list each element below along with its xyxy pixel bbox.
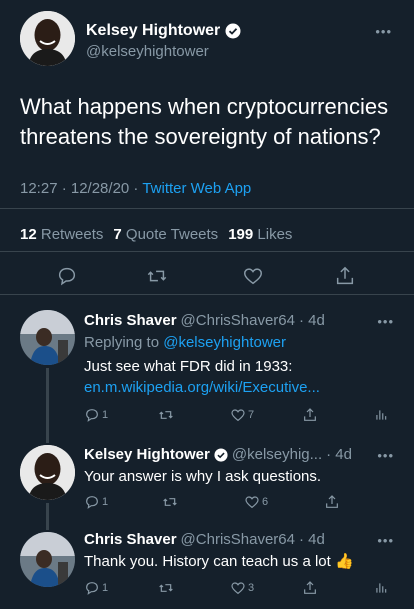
reply-actions: 1 6 (84, 494, 394, 514)
reply-text: Your answer is why I ask questions. (84, 468, 322, 485)
thread-line (46, 524, 49, 530)
reply-age[interactable]: · 4d (299, 312, 325, 329)
retweet-action[interactable] (162, 494, 180, 510)
reply-author-handle[interactable]: @ChrisShaver64 (181, 312, 295, 329)
more-options-icon[interactable]: ••• (375, 24, 392, 39)
reply-header: Chris Shaver @ChrisShaver64 · 4d (84, 312, 325, 329)
tweet-meta: 12:27 · 12/28/20 · Twitter Web App (20, 180, 251, 197)
analytics-action[interactable] (374, 580, 388, 596)
chris-avatar[interactable] (20, 310, 75, 365)
reply-header: Chris Shaver @ChrisShaver64 · 4d (84, 531, 325, 548)
tweet-stats: 12 Retweets 7 Quote Tweets 199 Likes (20, 226, 292, 243)
reply-tweet[interactable]: Chris Shaver @ChrisShaver64 · 4d ••• Rep… (0, 296, 414, 435)
retweet-icon[interactable] (146, 265, 168, 287)
share-action[interactable] (302, 580, 318, 596)
share-icon (304, 581, 316, 594)
like-icon (231, 409, 245, 422)
like-action[interactable]: 3 (230, 580, 254, 596)
retweet-icon (159, 411, 173, 419)
reply-author-name[interactable]: Kelsey Hightower (84, 446, 210, 463)
reply-count: 1 (102, 409, 109, 421)
reply-age[interactable]: · 4d (299, 531, 325, 548)
reply-actions: 1 3 (84, 580, 394, 600)
like-action[interactable]: 7 (230, 407, 254, 423)
chris-avatar[interactable] (20, 532, 75, 587)
verified-badge-icon (225, 23, 241, 39)
tweet-timestamp[interactable]: 12:27 · 12/28/20 · (20, 180, 142, 197)
replying-to-handle[interactable]: @kelseyhightower (163, 334, 286, 351)
analytics-action[interactable] (374, 407, 388, 423)
reply-author-handle[interactable]: @ChrisShaver64 (181, 531, 295, 548)
reply-text: Just see what FDR did in 1933: (84, 358, 293, 375)
retweet-action[interactable] (158, 580, 176, 596)
share-icon (304, 408, 316, 421)
kelsey-avatar[interactable] (20, 11, 75, 66)
like-count: 6 (262, 496, 269, 508)
retweet-icon (163, 498, 177, 506)
divider (0, 251, 414, 252)
reply-actions: 1 7 (84, 407, 394, 427)
share-icon (326, 495, 338, 508)
divider (0, 208, 414, 209)
main-tweet: Kelsey Hightower @kelseyhightower ••• Wh… (0, 0, 414, 295)
like-action[interactable]: 6 (244, 494, 268, 510)
author-name[interactable]: Kelsey Hightower (86, 22, 220, 40)
more-options-icon[interactable]: ••• (377, 533, 394, 548)
tweet-source[interactable]: Twitter Web App (142, 180, 251, 197)
reply-link[interactable]: en.m.wikipedia.org/wiki/Executive... (84, 378, 320, 398)
analytics-icon (376, 410, 387, 420)
analytics-icon (376, 583, 387, 593)
reply-action[interactable]: 1 (84, 494, 108, 510)
reply-author-name[interactable]: Chris Shaver (84, 312, 177, 329)
verified-badge-icon (214, 447, 228, 462)
reply-icon (86, 582, 98, 595)
thread-line (46, 435, 49, 443)
like-count: 3 (248, 582, 255, 594)
reply-icon[interactable] (56, 265, 78, 287)
reply-count: 1 (102, 496, 109, 508)
like-icon[interactable] (242, 265, 264, 287)
like-icon (245, 496, 259, 509)
reply-icon (86, 409, 98, 422)
reply-author-name[interactable]: Chris Shaver (84, 531, 177, 548)
reply-count: 1 (102, 582, 109, 594)
like-count: 7 (248, 409, 255, 421)
author-name-row[interactable]: Kelsey Hightower (86, 22, 241, 40)
retweet-icon (159, 584, 173, 592)
share-action[interactable] (302, 407, 318, 423)
thread-line (46, 503, 49, 524)
likes-stat[interactable]: 199 Likes (228, 226, 292, 243)
reply-action[interactable]: 1 (84, 580, 108, 596)
reply-tweet[interactable]: Chris Shaver @ChrisShaver64 · 4d ••• Tha… (0, 524, 414, 609)
reply-header: Kelsey Hightower @kelseyhig... · 4d (84, 446, 352, 463)
replying-to: Replying to @kelseyhightower (84, 334, 287, 351)
reply-age[interactable]: · 4d (326, 446, 352, 463)
more-options-icon[interactable]: ••• (377, 314, 394, 329)
reply-text: Thank you. History can teach us a lot 👍 (84, 553, 354, 570)
tweet-text: What happens when cryptocurrencies threa… (20, 94, 389, 149)
reply-author-handle[interactable]: @kelseyhig... (232, 446, 322, 463)
share-icon[interactable] (334, 265, 356, 287)
more-options-icon[interactable]: ••• (377, 448, 394, 463)
reply-icon (86, 496, 98, 509)
like-icon (231, 582, 245, 595)
retweets-stat[interactable]: 12 Retweets (20, 226, 103, 243)
retweet-action[interactable] (158, 407, 176, 423)
reply-tweet[interactable]: Kelsey Hightower @kelseyhig... · 4d ••• … (0, 435, 414, 524)
quote-tweets-stat[interactable]: 7 Quote Tweets (113, 226, 218, 243)
author-handle[interactable]: @kelseyhightower (86, 43, 209, 60)
share-action[interactable] (324, 494, 340, 510)
kelsey-avatar[interactable] (20, 445, 75, 500)
thread-line (46, 368, 49, 435)
reply-action[interactable]: 1 (84, 407, 108, 423)
